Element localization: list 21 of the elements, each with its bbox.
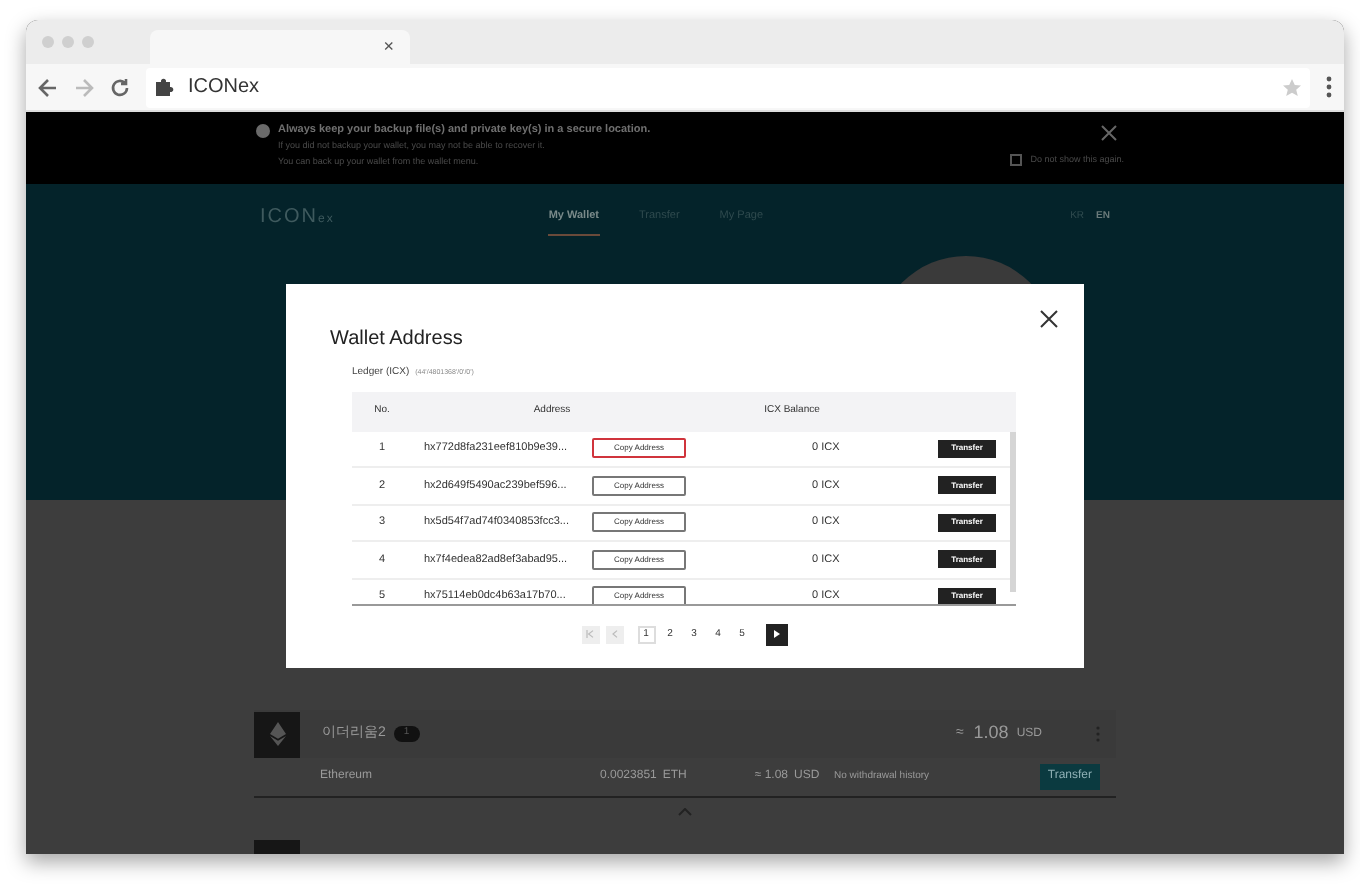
address-text: ICONex bbox=[188, 74, 260, 102]
next-page-button[interactable] bbox=[765, 623, 787, 645]
puzzle-icon bbox=[154, 76, 176, 98]
info-icon bbox=[256, 123, 270, 138]
forward-icon[interactable] bbox=[74, 77, 94, 97]
tab-close[interactable]: × bbox=[383, 33, 394, 61]
browser-tab[interactable]: × bbox=[150, 30, 410, 64]
reload-icon[interactable] bbox=[110, 77, 130, 97]
address-field[interactable]: ICONex bbox=[146, 67, 1310, 107]
dialog-title: Wallet Address bbox=[330, 326, 465, 354]
star-icon[interactable] bbox=[1282, 77, 1302, 97]
menu-icon[interactable] bbox=[1326, 76, 1332, 98]
first-page-icon bbox=[586, 630, 594, 638]
back-icon[interactable] bbox=[38, 77, 58, 97]
previous-page-button[interactable] bbox=[605, 625, 623, 643]
ethereum-icon bbox=[269, 722, 285, 746]
total-value: 1.08 bbox=[973, 720, 1009, 747]
previous-icon bbox=[611, 630, 617, 638]
first-page-button[interactable] bbox=[581, 625, 599, 643]
checkbox[interactable] bbox=[1010, 154, 1023, 167]
next-icon bbox=[773, 630, 779, 638]
